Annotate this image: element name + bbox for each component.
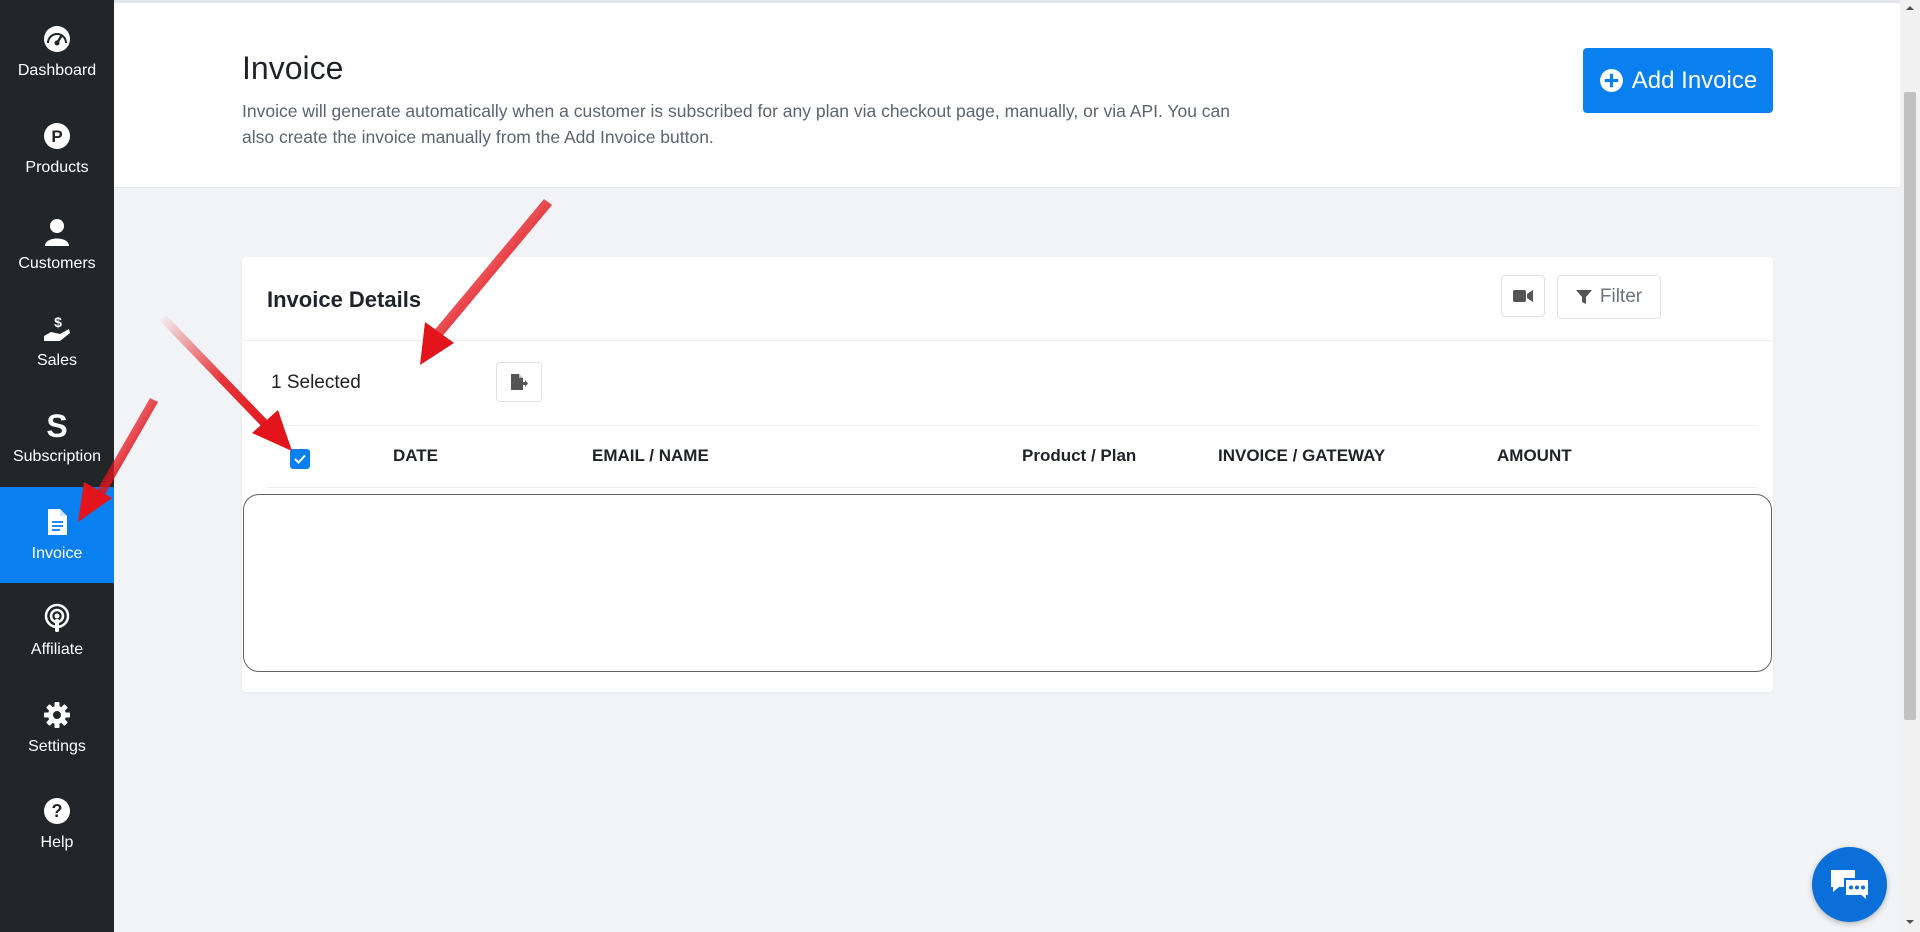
sidebar-item-label: Settings (28, 737, 86, 755)
add-invoice-button[interactable]: Add Invoice (1583, 48, 1773, 113)
svg-text:S: S (46, 410, 67, 440)
document-icon (48, 508, 67, 535)
select-all-checkbox[interactable] (290, 449, 310, 469)
card-header: Invoice Details Filter (242, 257, 1773, 341)
page-description: Invoice will generate automatically when… (242, 101, 1230, 147)
question-icon: ? (44, 798, 70, 825)
scroll-down-arrow-icon[interactable] (1904, 916, 1916, 928)
sidebar-item-label: Subscription (12, 448, 102, 466)
column-header-email-name[interactable]: EMAIL / NAME (592, 446, 709, 466)
sidebar: Dashboard P Products Customers $ Sales S… (0, 0, 114, 932)
user-icon (45, 219, 69, 247)
divider (267, 425, 1757, 426)
plus-circle-icon (1599, 69, 1623, 92)
card-title: Invoice Details (267, 287, 422, 312)
subscription-s-icon: S (46, 410, 67, 440)
export-button[interactable] (496, 362, 542, 402)
selection-count: 1 Selected (271, 372, 361, 393)
gauge-icon (44, 26, 70, 53)
sidebar-item-invoice[interactable]: Invoice (0, 486, 114, 583)
filter-label: Filter (1599, 286, 1643, 307)
sidebar-item-affiliate[interactable]: Affiliate (0, 583, 114, 680)
sidebar-item-settings[interactable]: Settings (0, 680, 114, 777)
svg-text:?: ? (52, 801, 63, 821)
sidebar-item-label: Customers (18, 255, 96, 273)
funnel-icon (1575, 290, 1592, 304)
hand-dollar-icon: $ (44, 314, 70, 341)
svg-text:P: P (51, 127, 62, 146)
sidebar-item-help[interactable]: ? Help (0, 776, 114, 873)
add-invoice-label: Add Invoice (1631, 66, 1758, 94)
sidebar-item-subscription[interactable]: S Subscription (0, 390, 114, 487)
gear-icon (44, 701, 70, 728)
divider (267, 487, 1757, 488)
sidebar-item-label: Help (40, 834, 74, 852)
table-body-empty (243, 494, 1772, 672)
filter-button[interactable]: Filter (1557, 275, 1661, 319)
sidebar-item-label: Affiliate (30, 641, 84, 659)
sidebar-item-products[interactable]: P Products (0, 101, 114, 198)
column-header-amount[interactable]: AMOUNT (1497, 446, 1572, 466)
file-export-icon (511, 374, 528, 390)
sidebar-item-dashboard[interactable]: Dashboard (0, 4, 114, 101)
video-tutorial-button[interactable] (1501, 275, 1545, 317)
sidebar-item-sales[interactable]: $ Sales (0, 294, 114, 391)
chat-bubbles-icon (1830, 869, 1870, 903)
page-header: Invoice Invoice will generate automatica… (114, 3, 1900, 188)
sidebar-item-customers[interactable]: Customers (0, 197, 114, 294)
chat-widget-button[interactable] (1812, 847, 1887, 922)
scrollbar-thumb[interactable] (1904, 92, 1916, 720)
product-p-icon: P (44, 122, 70, 149)
column-header-invoice-gateway[interactable]: INVOICE / GATEWAY (1218, 446, 1385, 466)
broadcast-icon (44, 604, 70, 633)
column-header-date[interactable]: DATE (393, 446, 438, 466)
sidebar-item-label: Sales (36, 351, 78, 369)
column-header-product-plan[interactable]: Product / Plan (1022, 446, 1136, 466)
sidebar-item-label: Dashboard (17, 62, 97, 80)
svg-text:$: $ (54, 314, 62, 330)
scroll-up-arrow-icon[interactable] (1904, 2, 1916, 14)
sidebar-item-label: Products (25, 158, 89, 176)
page-title: Invoice (242, 50, 344, 86)
video-camera-icon (1513, 290, 1533, 302)
check-icon (294, 454, 306, 464)
main-content: Invoice Invoice will generate automatica… (114, 0, 1900, 932)
sidebar-item-label: Invoice (31, 544, 83, 562)
